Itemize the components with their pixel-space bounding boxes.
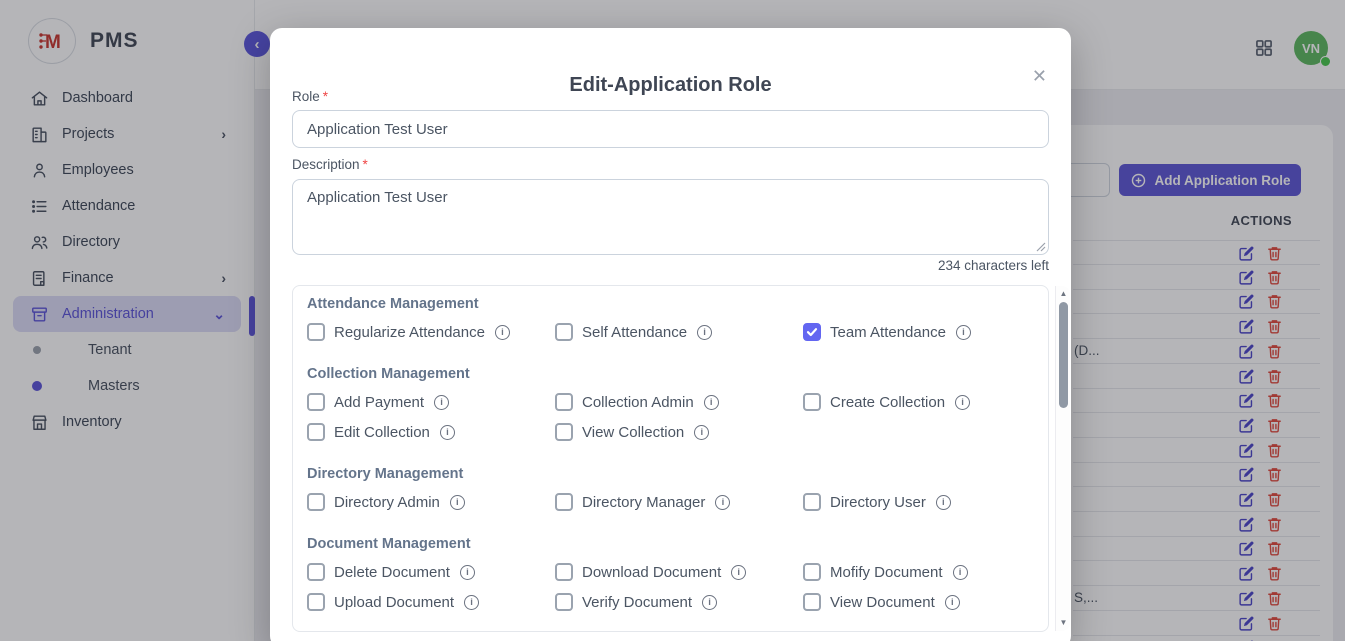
scrollbar-thumb[interactable] (1059, 302, 1068, 408)
description-textarea[interactable]: Application Test User (292, 179, 1049, 255)
permission-item-create-collection: Create Collection i (803, 392, 1018, 412)
description-field-label: Description* (292, 157, 368, 172)
permission-item-download-document: Download Document i (555, 562, 803, 582)
info-icon[interactable]: i (697, 325, 712, 340)
checkbox-unchecked[interactable] (555, 323, 573, 341)
permission-grid: Regularize AttendanceiSelf AttendanceiTe… (307, 322, 1018, 342)
permission-label: Create Collection (830, 394, 945, 411)
permission-section-title: Directory Management (307, 466, 1018, 484)
checkbox-unchecked[interactable] (555, 563, 573, 581)
scroll-up-arrow-icon[interactable]: ▲ (1056, 288, 1071, 300)
checkbox-unchecked[interactable] (803, 493, 821, 511)
permission-item-view-collection: View Collection i (555, 422, 803, 442)
permission-section: Document ManagementDelete DocumentiDownl… (307, 536, 1018, 612)
permission-label: Team Attendance (830, 324, 946, 341)
info-icon[interactable]: i (450, 495, 465, 510)
permission-label: View Document (830, 594, 935, 611)
checkbox-unchecked[interactable] (307, 423, 325, 441)
info-icon[interactable]: i (715, 495, 730, 510)
permission-section-title: Document Management (307, 536, 1018, 554)
permission-section-title: Collection Management (307, 366, 1018, 384)
checkbox-unchecked[interactable] (803, 393, 821, 411)
info-icon[interactable]: i (702, 595, 717, 610)
info-icon[interactable]: i (955, 395, 970, 410)
checkbox-unchecked[interactable] (307, 393, 325, 411)
permission-item-collection-admin: Collection Admin i (555, 392, 803, 412)
info-icon[interactable]: i (704, 395, 719, 410)
permission-item-add-payment: Add Payment i (307, 392, 555, 412)
info-icon[interactable]: i (936, 495, 951, 510)
checkbox-unchecked[interactable] (555, 493, 573, 511)
permission-item-regularize-attendance: Regularize Attendance i (307, 322, 555, 342)
characters-left-counter: 234 characters left (938, 258, 1049, 273)
checkbox-unchecked[interactable] (555, 393, 573, 411)
permission-item-team-attendance: Team Attendance i (803, 322, 1018, 342)
permission-label: Delete Document (334, 564, 450, 581)
permission-label: Edit Collection (334, 424, 430, 441)
role-input[interactable] (292, 110, 1049, 148)
info-icon[interactable]: i (953, 565, 968, 580)
permission-label: Download Document (582, 564, 721, 581)
checkbox-unchecked[interactable] (307, 493, 325, 511)
permission-label: Upload Document (334, 594, 454, 611)
application-window: M PMS DashboardProjects›EmployeesAttenda… (0, 0, 1345, 641)
permission-item-mofify-document: Mofify Document i (803, 562, 1018, 582)
checkbox-unchecked[interactable] (555, 423, 573, 441)
permission-section: Attendance Management Regularize Attendan… (307, 296, 1018, 342)
checkbox-unchecked[interactable] (803, 593, 821, 611)
permission-label: Verify Document (582, 594, 692, 611)
checkbox-unchecked[interactable] (307, 563, 325, 581)
scroll-down-arrow-icon[interactable]: ▼ (1056, 617, 1071, 629)
modal-title: Edit-Application Role (270, 74, 1071, 97)
permission-grid: Add PaymentiCollection AdminiCreate Coll… (307, 392, 1018, 442)
required-asterisk: * (323, 89, 328, 104)
permission-item-directory-user: Directory User i (803, 492, 1018, 512)
permission-section: Collection ManagementAdd PaymentiCollect… (307, 366, 1018, 442)
permission-label: Regularize Attendance (334, 324, 485, 341)
permission-item-directory-manager: Directory Manager i (555, 492, 803, 512)
checkbox-unchecked[interactable] (555, 593, 573, 611)
permissions-scrollbar[interactable]: ▲ ▼ (1055, 286, 1070, 631)
info-icon[interactable]: i (945, 595, 960, 610)
permission-section-title: Attendance Management (307, 296, 1018, 314)
role-field-label: Role* (292, 89, 328, 104)
textarea-resize-handle[interactable] (1036, 242, 1046, 252)
permission-item-self-attendance: Self Attendance i (555, 322, 803, 342)
required-asterisk: * (363, 157, 368, 172)
permission-label: Self Attendance (582, 324, 687, 341)
permission-section: Directory ManagementDirectory AdminiDire… (307, 466, 1018, 512)
permission-label: View Collection (582, 424, 684, 441)
permissions-container: Attendance Management Regularize Attendan… (292, 285, 1049, 632)
info-icon[interactable]: i (440, 425, 455, 440)
permission-grid: Directory AdminiDirectory ManageriDirect… (307, 492, 1018, 512)
info-icon[interactable]: i (434, 395, 449, 410)
info-icon[interactable]: i (495, 325, 510, 340)
close-icon[interactable]: ✕ (1026, 64, 1053, 89)
permission-grid: Delete DocumentiDownload DocumentiMofify… (307, 562, 1018, 612)
info-icon[interactable]: i (694, 425, 709, 440)
permission-label: Mofify Document (830, 564, 943, 581)
permission-label: Collection Admin (582, 394, 694, 411)
permission-item-verify-document: Verify Document i (555, 592, 803, 612)
info-icon[interactable]: i (464, 595, 479, 610)
permission-item-delete-document: Delete Document i (307, 562, 555, 582)
permission-label: Directory Manager (582, 494, 705, 511)
checkbox-unchecked[interactable] (307, 323, 325, 341)
info-icon[interactable]: i (731, 565, 746, 580)
checkbox-unchecked[interactable] (803, 563, 821, 581)
permission-item-upload-document: Upload Document i (307, 592, 555, 612)
permission-label: Directory User (830, 494, 926, 511)
checkbox-unchecked[interactable] (307, 593, 325, 611)
checkbox-checked[interactable] (803, 323, 821, 341)
edit-application-role-modal: Edit-Application Role ✕ Role* Descriptio… (270, 28, 1071, 641)
info-icon[interactable]: i (460, 565, 475, 580)
info-icon[interactable]: i (956, 325, 971, 340)
permission-item-view-document: View Document i (803, 592, 1018, 612)
permission-item-directory-admin: Directory Admin i (307, 492, 555, 512)
permission-label: Add Payment (334, 394, 424, 411)
permission-item-edit-collection: Edit Collection i (307, 422, 555, 442)
permission-label: Directory Admin (334, 494, 440, 511)
